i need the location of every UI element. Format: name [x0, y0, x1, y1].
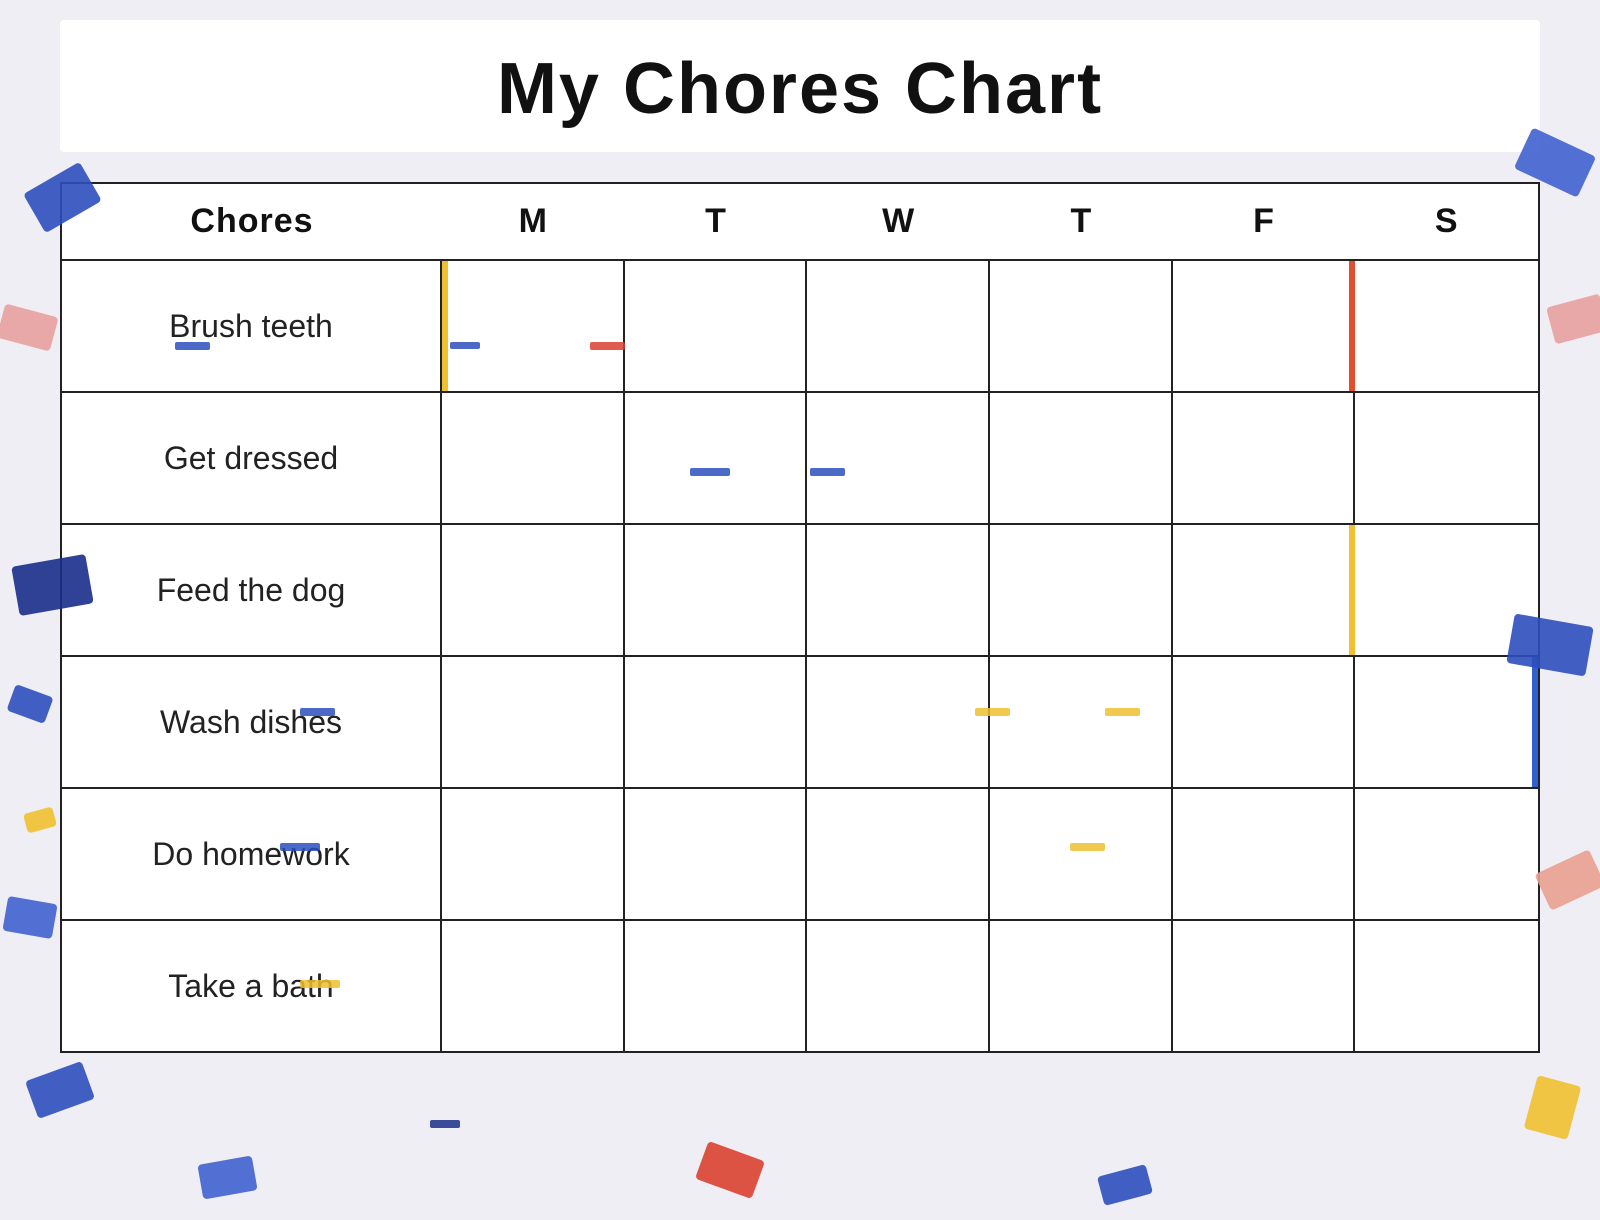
confetti-shape-5	[2, 896, 57, 939]
confetti-shape-12	[197, 1155, 257, 1199]
chore-4-mon[interactable]	[442, 657, 625, 787]
chore-row-6: Take a bath	[62, 919, 1538, 1051]
chore-1-fri[interactable]	[1173, 261, 1356, 391]
chore-1-tue[interactable]	[625, 261, 808, 391]
chore-2-fri[interactable]	[1173, 393, 1356, 523]
title-area: My Chores Chart	[60, 20, 1540, 152]
confetti-shape-13	[695, 1141, 765, 1199]
chore-2-mon[interactable]	[442, 393, 625, 523]
chore-4-thu[interactable]	[990, 657, 1173, 787]
chore-5-mon[interactable]	[442, 789, 625, 919]
chore-label-5: Do homework	[62, 789, 442, 919]
confetti-shape-8	[1546, 294, 1600, 345]
day-header-t2: T	[990, 184, 1173, 259]
page-title: My Chores Chart	[60, 48, 1540, 130]
chore-5-wed[interactable]	[807, 789, 990, 919]
chore-2-thu[interactable]	[990, 393, 1173, 523]
chore-5-tue[interactable]	[625, 789, 808, 919]
chore-1-sat[interactable]	[1355, 261, 1538, 391]
chore-4-sat[interactable]	[1355, 657, 1538, 787]
chore-row-3: Feed the dog	[62, 523, 1538, 655]
chore-3-fri[interactable]	[1173, 525, 1356, 655]
chore-2-tue[interactable]	[625, 393, 808, 523]
chore-row-2: Get dressed	[62, 391, 1538, 523]
chore-1-wed[interactable]	[807, 261, 990, 391]
accent-strip-11	[430, 1120, 460, 1128]
chore-3-mon[interactable]	[442, 525, 625, 655]
chore-5-fri[interactable]	[1173, 789, 1356, 919]
confetti-shape-6	[25, 1061, 95, 1119]
chore-3-sat[interactable]	[1355, 525, 1538, 655]
chore-6-fri[interactable]	[1173, 921, 1356, 1051]
chore-row-5: Do homework	[62, 787, 1538, 919]
chore-label-6: Take a bath	[62, 921, 442, 1051]
chore-4-wed[interactable]	[807, 657, 990, 787]
day-header-f: F	[1173, 184, 1356, 259]
chore-6-tue[interactable]	[625, 921, 808, 1051]
chore-4-fri[interactable]	[1173, 657, 1356, 787]
confetti-shape-4	[23, 806, 57, 833]
chore-6-thu[interactable]	[990, 921, 1173, 1051]
chore-row-1: Brush teeth	[62, 259, 1538, 391]
chore-2-sat[interactable]	[1355, 393, 1538, 523]
day-header-t1: T	[625, 184, 808, 259]
day-header-s: S	[1355, 184, 1538, 259]
chore-2-wed[interactable]	[807, 393, 990, 523]
day-header-m: M	[442, 184, 625, 259]
chores-column-header: Chores	[62, 184, 442, 259]
chore-5-thu[interactable]	[990, 789, 1173, 919]
chore-label-2: Get dressed	[62, 393, 442, 523]
chore-label-1: Brush teeth	[62, 261, 442, 391]
day-header-w: W	[807, 184, 990, 259]
chart-header: Chores M T W T F S	[62, 184, 1538, 259]
chore-3-tue[interactable]	[625, 525, 808, 655]
confetti-shape-1	[0, 303, 59, 351]
chore-label-3: Feed the dog	[62, 525, 442, 655]
chore-3-thu[interactable]	[990, 525, 1173, 655]
chore-6-mon[interactable]	[442, 921, 625, 1051]
confetti-shape-11	[1524, 1075, 1582, 1140]
chore-5-sat[interactable]	[1355, 789, 1538, 919]
confetti-shape-10	[1534, 849, 1600, 911]
confetti-shape-3	[6, 684, 53, 724]
chore-6-sat[interactable]	[1355, 921, 1538, 1051]
chore-label-4: Wash dishes	[62, 657, 442, 787]
chores-chart: Chores M T W T F S Brush teeth Get dress…	[60, 182, 1540, 1053]
chore-3-wed[interactable]	[807, 525, 990, 655]
chore-6-wed[interactable]	[807, 921, 990, 1051]
chore-row-4: Wash dishes	[62, 655, 1538, 787]
chore-4-tue[interactable]	[625, 657, 808, 787]
chore-1-thu[interactable]	[990, 261, 1173, 391]
chore-1-mon[interactable]	[442, 261, 625, 391]
